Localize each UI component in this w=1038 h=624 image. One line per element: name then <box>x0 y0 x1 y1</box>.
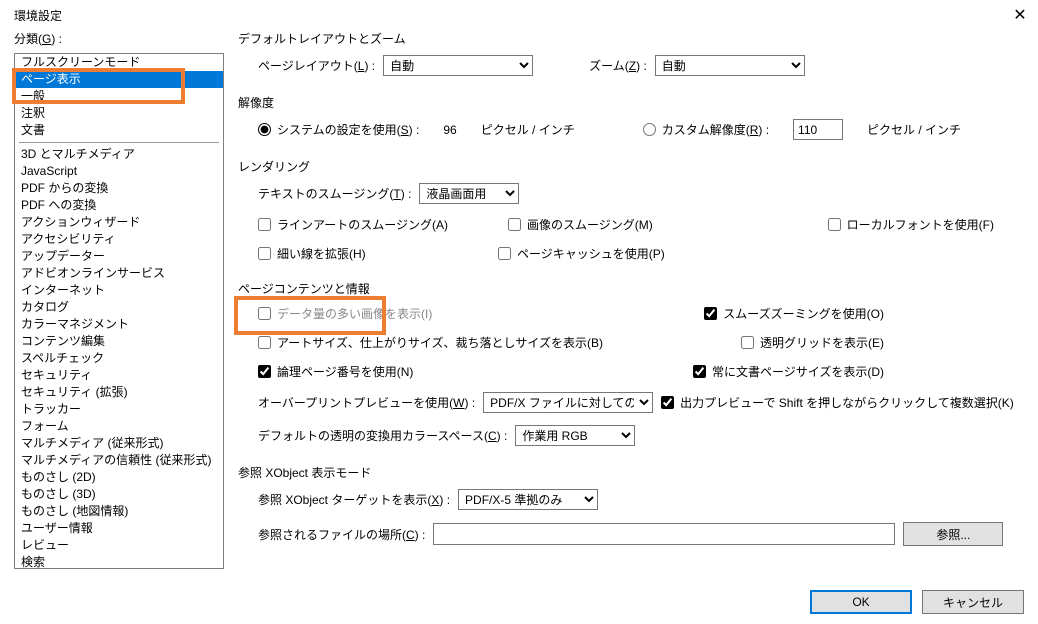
list-item[interactable]: カタログ <box>15 299 223 316</box>
group-title-resolution: 解像度 <box>238 94 1024 111</box>
custom-resolution-unit: ピクセル / インチ <box>867 121 961 138</box>
list-item[interactable]: フルスクリーンモード <box>15 54 223 71</box>
list-item[interactable]: アクセシビリティ <box>15 231 223 248</box>
list-item[interactable]: マルチメディア (従来形式) <box>15 435 223 452</box>
list-item[interactable]: 3D とマルチメディア <box>15 146 223 163</box>
close-icon[interactable]: ✕ <box>1012 7 1028 23</box>
cancel-button[interactable]: キャンセル <box>922 590 1024 614</box>
list-item[interactable]: ユーザー情報 <box>15 520 223 537</box>
list-item[interactable]: ページ表示 <box>15 71 223 88</box>
ok-button[interactable]: OK <box>810 590 912 614</box>
system-resolution-value: 96 <box>443 123 456 137</box>
list-item[interactable]: トラッカー <box>15 401 223 418</box>
list-item[interactable]: インターネット <box>15 282 223 299</box>
system-resolution-radio[interactable]: システムの設定を使用(S) : <box>258 121 419 138</box>
logical-page-number-checkbox[interactable]: 論理ページ番号を使用(N) <box>258 363 413 380</box>
overprint-select[interactable]: PDF/X ファイルに対してのみ <box>483 392 653 413</box>
page-cache-checkbox[interactable]: ページキャッシュを使用(P) <box>498 245 665 262</box>
custom-resolution-radio[interactable]: カスタム解像度(R) : <box>643 121 769 138</box>
list-item[interactable]: カラーマネジメント <box>15 316 223 333</box>
list-item[interactable]: 文書 <box>15 122 223 139</box>
list-item[interactable]: 一般 <box>15 88 223 105</box>
list-item[interactable]: 検索 <box>15 554 223 569</box>
list-item[interactable]: ものさし (地図情報) <box>15 503 223 520</box>
list-divider <box>19 142 219 143</box>
list-item[interactable]: PDF からの変換 <box>15 180 223 197</box>
list-item[interactable]: ものさし (2D) <box>15 469 223 486</box>
text-smoothing-select[interactable]: 液晶画面用 <box>419 183 519 204</box>
image-smoothing-checkbox[interactable]: 画像のスムージング(M) <box>508 216 653 233</box>
custom-resolution-input[interactable] <box>793 119 843 140</box>
window-title: 環境設定 <box>14 7 62 24</box>
transparency-blend-select[interactable]: 作業用 RGB <box>515 425 635 446</box>
browse-button[interactable]: 参照... <box>903 522 1003 546</box>
category-listbox[interactable]: フルスクリーンモードページ表示一般注釈文書 3D とマルチメディアJavaScri… <box>14 53 224 569</box>
xobject-path-label: 参照されるファイルの場所(C) : <box>258 526 425 543</box>
xobject-target-label: 参照 XObject ターゲットを表示(X) : <box>258 491 450 508</box>
group-title-rendering: レンダリング <box>238 158 1024 175</box>
xobject-target-select[interactable]: PDF/X-5 準拠のみ <box>458 489 598 510</box>
category-label: 分類(G) : <box>14 30 224 47</box>
zoom-select[interactable]: 自動 <box>655 55 805 76</box>
page-layout-label: ページレイアウト(L) : <box>258 57 375 74</box>
overprint-label: オーバープリントプレビューを使用(W) : <box>258 394 475 411</box>
group-title-layout: デフォルトレイアウトとズーム <box>238 30 1024 47</box>
list-item[interactable]: セキュリティ (拡張) <box>15 384 223 401</box>
system-resolution-unit: ピクセル / インチ <box>481 121 575 138</box>
list-item[interactable]: コンテンツ編集 <box>15 333 223 350</box>
group-title-content: ページコンテンツと情報 <box>238 280 1024 297</box>
list-item[interactable]: アップデーター <box>15 248 223 265</box>
art-size-checkbox[interactable]: アートサイズ、仕上がりサイズ、裁ち落としサイズを表示(B) <box>258 334 603 351</box>
thin-line-checkbox[interactable]: 細い線を拡張(H) <box>258 245 438 262</box>
page-layout-select[interactable]: 自動 <box>383 55 533 76</box>
smooth-zoom-checkbox[interactable]: スムーズズーミングを使用(O) <box>704 305 884 322</box>
group-title-xobject: 参照 XObject 表示モード <box>238 464 1024 481</box>
xobject-path-input[interactable] <box>433 523 895 545</box>
list-item[interactable]: マルチメディアの信頼性 (従来形式) <box>15 452 223 469</box>
local-font-checkbox[interactable]: ローカルフォントを使用(F) <box>828 216 994 233</box>
list-item[interactable]: スペルチェック <box>15 350 223 367</box>
list-item[interactable]: ものさし (3D) <box>15 486 223 503</box>
list-item[interactable]: アドビオンラインサービス <box>15 265 223 282</box>
list-item[interactable]: フォーム <box>15 418 223 435</box>
text-smoothing-label: テキストのスムージング(T) : <box>258 185 411 202</box>
list-item[interactable]: レビュー <box>15 537 223 554</box>
list-item[interactable]: PDF への変換 <box>15 197 223 214</box>
transparent-grid-checkbox[interactable]: 透明グリッドを表示(E) <box>741 334 884 351</box>
output-preview-checkbox[interactable]: 出力プレビューで Shift を押しながらクリックして複数選択(K) <box>661 394 1014 411</box>
transparency-blend-label: デフォルトの透明の変換用カラースペース(C) : <box>258 427 507 444</box>
large-images-checkbox[interactable]: データ量の多い画像を表示(I) <box>258 305 432 322</box>
list-item[interactable]: 注釈 <box>15 105 223 122</box>
list-item[interactable]: セキュリティ <box>15 367 223 384</box>
list-item[interactable]: アクションウィザード <box>15 214 223 231</box>
always-doc-size-checkbox[interactable]: 常に文書ページサイズを表示(D) <box>693 363 884 380</box>
zoom-label: ズーム(Z) : <box>589 57 647 74</box>
lineart-smoothing-checkbox[interactable]: ラインアートのスムージング(A) <box>258 216 448 233</box>
list-item[interactable]: JavaScript <box>15 163 223 180</box>
